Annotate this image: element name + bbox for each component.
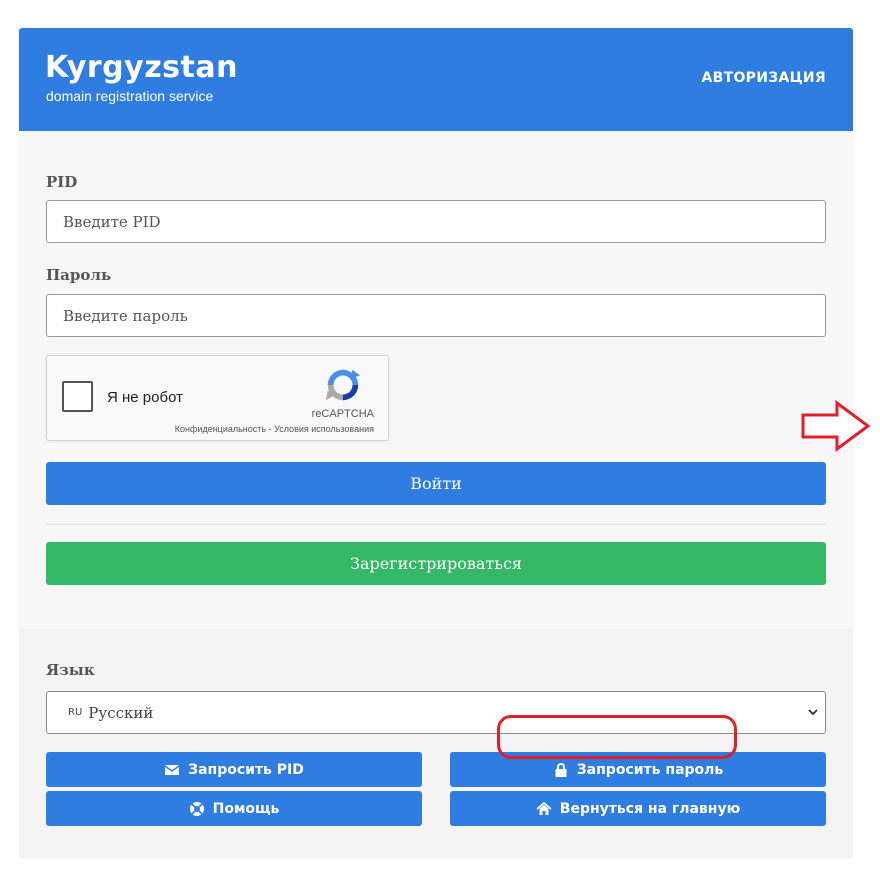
footer-panel: Язык RU Русский Запросить PID Запросить … xyxy=(19,629,853,858)
recaptcha-privacy-link[interactable]: Конфиденциальность xyxy=(175,424,266,434)
page-title: АВТОРИЗАЦИЯ xyxy=(701,70,826,86)
request-password-button[interactable]: Запросить пароль xyxy=(450,752,826,787)
password-input[interactable]: Введите пароль xyxy=(46,294,826,337)
recaptcha-checkbox[interactable] xyxy=(62,381,93,412)
language-select[interactable]: RU Русский xyxy=(46,691,826,734)
back-home-button[interactable]: Вернуться на главную xyxy=(450,791,826,826)
language-code: RU xyxy=(68,707,83,718)
pid-label: PID xyxy=(46,173,78,191)
login-form: PID Введите PID Пароль Введите пароль Я … xyxy=(19,131,853,629)
logo-subtitle: domain registration service xyxy=(46,88,214,104)
chevron-down-icon xyxy=(808,709,818,716)
login-button[interactable]: Войти xyxy=(46,462,826,505)
password-placeholder: Введите пароль xyxy=(63,306,188,325)
recaptcha-terms-line: Конфиденциальность - Условия использован… xyxy=(175,424,374,434)
pid-input[interactable]: Введите PID xyxy=(46,200,826,243)
form-divider xyxy=(46,524,826,525)
recaptcha-label: Я не робот xyxy=(107,389,183,406)
language-label: Язык xyxy=(46,661,95,679)
home-icon xyxy=(536,801,552,815)
request-password-label: Запросить пароль xyxy=(576,761,724,778)
header-bar: Kyrgyzstan domain registration service А… xyxy=(19,28,853,131)
lifebuoy-icon xyxy=(189,801,204,816)
logo-title[interactable]: Kyrgyzstan xyxy=(45,50,238,86)
annotation-arrow-icon xyxy=(801,400,871,452)
recaptcha-widget: Я не робот reCAPTCHA Конфиденциальность … xyxy=(46,355,389,441)
request-pid-label: Запросить PID xyxy=(188,761,304,778)
lock-icon xyxy=(555,762,567,777)
back-home-label: Вернуться на главную xyxy=(559,800,741,817)
help-button[interactable]: Помощь xyxy=(46,791,422,826)
help-label: Помощь xyxy=(212,800,280,817)
register-button[interactable]: Зарегистрироваться xyxy=(46,542,826,585)
recaptcha-icon xyxy=(325,369,361,401)
pid-placeholder: Введите PID xyxy=(63,212,161,231)
language-value: Русский xyxy=(88,703,154,722)
envelope-icon xyxy=(164,764,180,775)
login-card: Kyrgyzstan domain registration service А… xyxy=(19,28,853,858)
request-pid-button[interactable]: Запросить PID xyxy=(46,752,422,787)
recaptcha-brand: reCAPTCHA xyxy=(311,408,374,420)
recaptcha-terms-separator: - xyxy=(266,424,275,434)
recaptcha-terms-link[interactable]: Условия использования xyxy=(274,424,374,434)
password-label: Пароль xyxy=(46,266,112,284)
